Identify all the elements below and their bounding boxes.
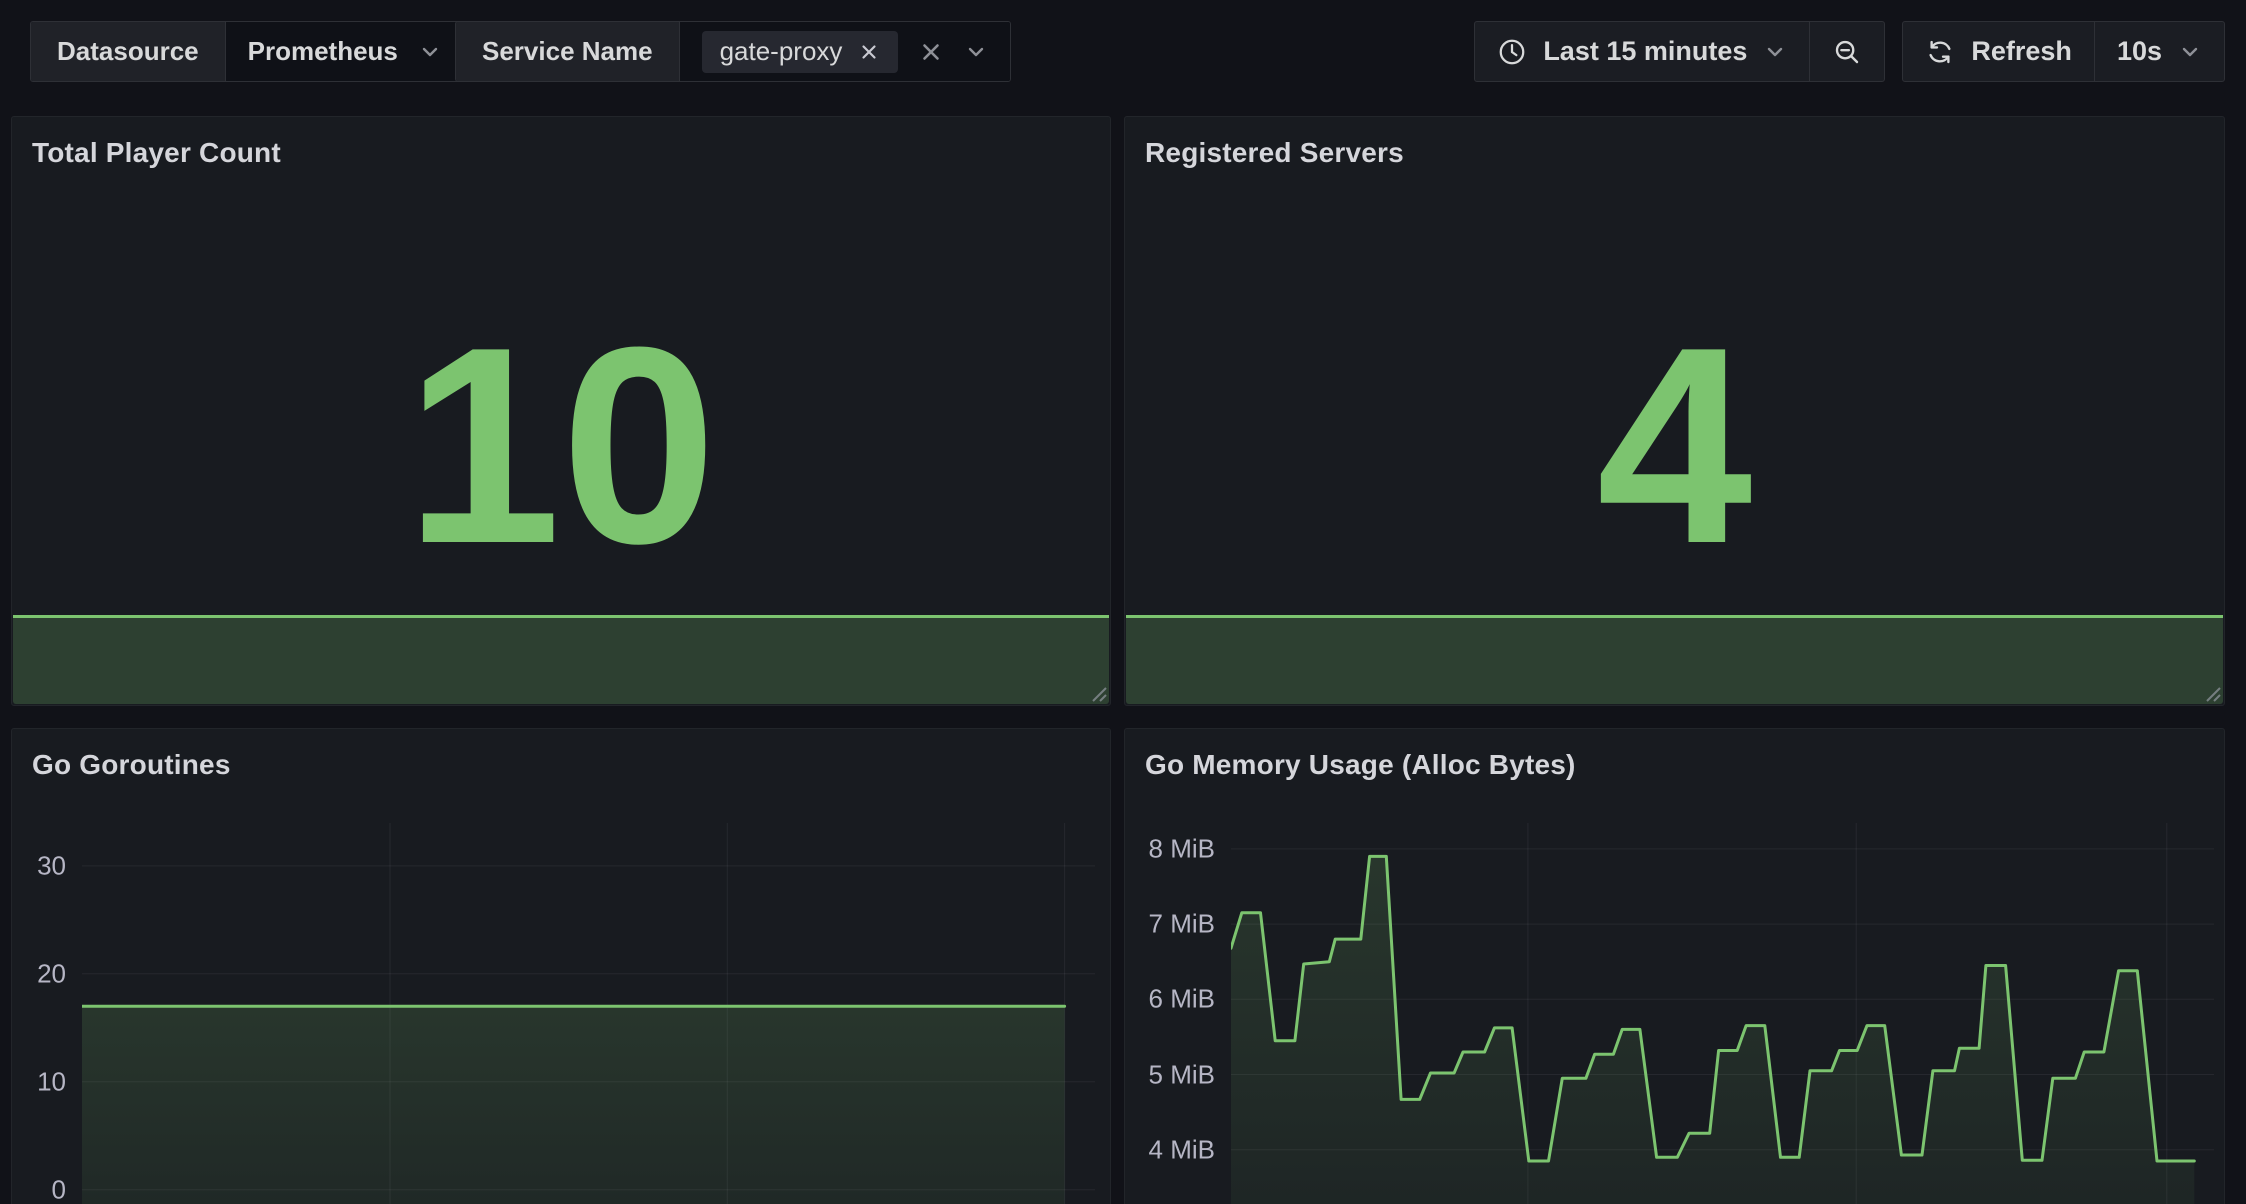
datasource-value: Prometheus	[248, 36, 398, 67]
panel-title: Go Goroutines	[32, 749, 231, 781]
service-name-variable: Service Name gate-proxy	[455, 21, 1011, 82]
stat-value: 10	[405, 306, 716, 586]
memory-chart[interactable]	[1231, 823, 2214, 1204]
y-tick-label: 4 MiB	[1149, 1134, 1215, 1165]
clear-selection-icon[interactable]	[918, 39, 944, 65]
toolbar-right: Last 15 minutes Refresh 10s	[1474, 21, 2225, 82]
y-tick-label: 5 MiB	[1149, 1059, 1215, 1090]
chevron-down-icon[interactable]	[964, 40, 988, 64]
refresh-label: Refresh	[1971, 36, 2072, 67]
y-tick-label: 6 MiB	[1149, 984, 1215, 1015]
datasource-variable: Datasource Prometheus	[30, 21, 465, 82]
chevron-down-icon	[418, 40, 442, 64]
filter-tag-gate-proxy[interactable]: gate-proxy	[702, 31, 899, 73]
y-tick-label: 30	[37, 850, 66, 881]
refresh-group: Refresh 10s	[1902, 21, 2225, 82]
service-name-select[interactable]: gate-proxy	[679, 22, 1011, 81]
datasource-select[interactable]: Prometheus	[225, 22, 464, 81]
y-tick-label: 20	[37, 958, 66, 989]
goroutines-chart[interactable]	[82, 823, 1095, 1204]
refresh-icon	[1925, 37, 1955, 67]
panel-title: Total Player Count	[32, 137, 281, 169]
refresh-button[interactable]: Refresh	[1903, 22, 2094, 81]
resize-handle-icon[interactable]	[2199, 680, 2221, 702]
panel-go-memory-usage: Go Memory Usage (Alloc Bytes) 8 MiB 7 MiB…	[1124, 728, 2225, 1204]
panel-title: Registered Servers	[1145, 137, 1404, 169]
service-name-label: Service Name	[456, 22, 679, 81]
resize-handle-icon[interactable]	[1085, 680, 1107, 702]
panel-title: Go Memory Usage (Alloc Bytes)	[1145, 749, 1576, 781]
stat-sparkline	[13, 615, 1109, 704]
panel-go-goroutines: Go Goroutines 30 20 10 0	[11, 728, 1111, 1204]
y-tick-label: 10	[37, 1066, 66, 1097]
stat-value: 4	[1597, 306, 1753, 586]
dashboard-toolbar: Datasource Prometheus Service Name gate-…	[0, 21, 2225, 82]
clock-icon	[1497, 37, 1527, 67]
time-picker-group: Last 15 minutes	[1474, 21, 1885, 82]
panel-registered-servers: Registered Servers 4	[1124, 116, 2225, 706]
panel-total-player-count: Total Player Count 10	[11, 116, 1111, 706]
filter-tag-label: gate-proxy	[720, 36, 843, 67]
time-range-button[interactable]: Last 15 minutes	[1475, 22, 1809, 81]
y-tick-label: 7 MiB	[1149, 909, 1215, 940]
y-axis-labels: 8 MiB 7 MiB 6 MiB 5 MiB 4 MiB	[1125, 823, 1231, 1204]
datasource-label: Datasource	[31, 22, 225, 81]
time-range-label: Last 15 minutes	[1543, 36, 1747, 67]
remove-tag-icon[interactable]	[858, 41, 880, 63]
y-tick-label: 0	[52, 1174, 66, 1204]
chevron-down-icon	[2178, 40, 2202, 64]
y-tick-label: 8 MiB	[1149, 833, 1215, 864]
y-axis-labels: 30 20 10 0	[12, 823, 82, 1204]
chevron-down-icon	[1763, 40, 1787, 64]
zoom-out-icon	[1832, 37, 1862, 67]
stat-sparkline	[1126, 615, 2223, 704]
zoom-out-button[interactable]	[1809, 22, 1884, 81]
refresh-interval-value: 10s	[2117, 36, 2162, 67]
refresh-interval-select[interactable]: 10s	[2094, 22, 2224, 81]
